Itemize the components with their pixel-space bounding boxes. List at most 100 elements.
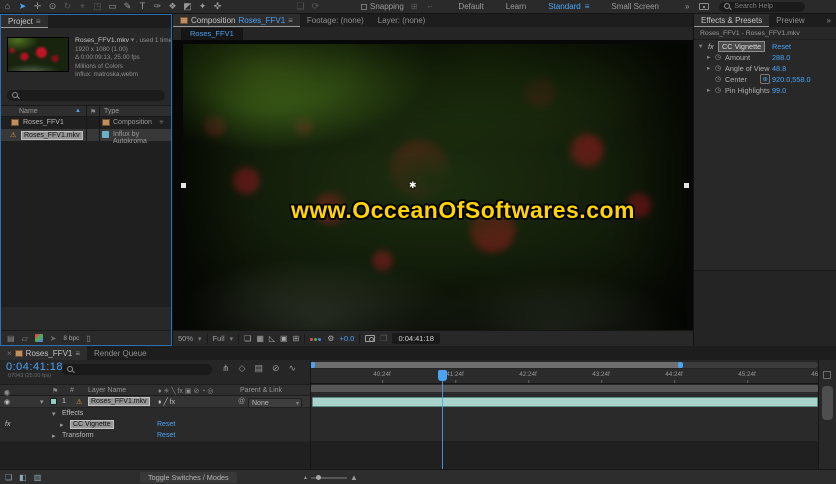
pickwhip-icon[interactable]: @: [238, 398, 245, 405]
screen-layout-icon[interactable]: [699, 3, 709, 10]
twirl-right-icon[interactable]: ▸: [60, 421, 64, 429]
param-value[interactable]: 288.0: [772, 53, 790, 62]
expand-av-features-icon[interactable]: ❏: [5, 473, 12, 482]
panel-menu-icon[interactable]: ≡: [75, 349, 80, 358]
twirl-right-icon[interactable]: ▸: [707, 86, 710, 94]
magnification-dropdown-icon[interactable]: ▾: [198, 335, 202, 343]
work-area-bar[interactable]: [311, 385, 818, 392]
composition-stage[interactable]: www.OcceanOfSoftwares.com ✱: [173, 40, 693, 330]
show-snapshot-icon[interactable]: ❐: [380, 334, 387, 343]
tab-render-queue[interactable]: Render Queue: [87, 346, 153, 360]
twirl-right-icon[interactable]: ▸: [707, 53, 710, 61]
footage-dropdown-icon[interactable]: ▾: [131, 37, 135, 44]
layer-duration-bar[interactable]: [312, 397, 818, 407]
column-name[interactable]: Name: [19, 108, 38, 115]
layer-row[interactable]: ◉ ▾ 1 ⚠ Roses_FFV1.mkv ♦ ╱ fx @ None▾: [0, 396, 310, 408]
resolution-dropdown-icon[interactable]: ▾: [230, 335, 234, 343]
transform-label[interactable]: Transform: [62, 432, 94, 439]
eraser-tool-icon[interactable]: ◩: [180, 0, 195, 13]
region-of-interest-icon[interactable]: ▣: [280, 334, 288, 343]
twirl-right-icon[interactable]: ▸: [52, 432, 56, 440]
draft-3d-icon[interactable]: ◇: [239, 363, 246, 374]
effect-reset-link[interactable]: Reset: [157, 421, 175, 428]
param-value[interactable]: 920.0,558.0: [772, 75, 811, 84]
toggle-switches-modes-button[interactable]: Toggle Switches / Modes: [140, 472, 237, 483]
column-parent-link[interactable]: Parent & Link: [240, 387, 282, 394]
scrollbar-thumb[interactable]: [310, 362, 683, 368]
zoom-slider-track[interactable]: [311, 477, 347, 479]
brush-tool-icon[interactable]: ✑: [150, 0, 165, 13]
transform-reset-link[interactable]: Reset: [157, 432, 175, 439]
mask-visibility-icon[interactable]: ◺: [269, 334, 275, 343]
project-bit-depth[interactable]: 8 bpc: [63, 335, 79, 342]
twirl-down-icon[interactable]: ▾: [699, 42, 702, 50]
param-value[interactable]: 48.8: [772, 64, 786, 73]
home-icon[interactable]: ⌂: [0, 0, 15, 13]
layer-eye-icon[interactable]: ◉: [4, 398, 10, 406]
effect-row-label[interactable]: CC Vignette: [70, 420, 114, 429]
sort-ascending-icon[interactable]: ▲: [75, 108, 81, 114]
tab-project[interactable]: Project ≡: [1, 15, 48, 28]
help-search[interactable]: [719, 2, 805, 12]
column-track-divider[interactable]: [310, 360, 311, 469]
item-name[interactable]: Roses_FFV1.mkv: [21, 131, 83, 140]
puppet-tool-icon[interactable]: ✜: [210, 0, 225, 13]
type-tool-icon[interactable]: T: [135, 0, 150, 13]
hand-tool-icon[interactable]: ✛: [30, 0, 45, 13]
snapshot-camera-icon[interactable]: [365, 335, 375, 342]
effect-name[interactable]: CC Vignette: [718, 41, 765, 52]
time-ruler[interactable]: 40:24f 41:24f 42:24f 43:24f 44:24f 45:24…: [310, 369, 818, 384]
timeline-zoom-slider[interactable]: ▲ ▲: [303, 473, 358, 482]
parent-dropdown[interactable]: None▾: [248, 398, 302, 408]
shape-tool-icon[interactable]: ▭: [105, 0, 120, 13]
panel-menu-icon[interactable]: ≡: [288, 16, 293, 25]
pan-behind-tool-icon[interactable]: ◳: [90, 0, 105, 13]
effect-header-row[interactable]: ▾ fx CC Vignette Reset: [694, 40, 836, 51]
param-value[interactable]: 99.0: [772, 86, 786, 95]
stopwatch-icon[interactable]: ◷: [715, 64, 721, 72]
workspace-learn[interactable]: Learn: [506, 2, 526, 11]
preview-timecode[interactable]: 0:04:41:18: [392, 333, 439, 344]
mini-flowchart-icon[interactable]: ⋔: [222, 363, 230, 374]
pen-tool-icon[interactable]: ✎: [120, 0, 135, 13]
column-layer-name[interactable]: Layer Name: [88, 387, 126, 394]
interpret-footage-icon[interactable]: ▤: [7, 334, 15, 343]
item-name[interactable]: Roses_FFV1: [23, 119, 64, 126]
show-channel-icon[interactable]: [310, 334, 322, 343]
new-folder-icon[interactable]: ▱: [22, 334, 28, 343]
timeline-vertical-scrollbar[interactable]: [822, 386, 833, 420]
zoom-in-mountain-icon[interactable]: ▲: [350, 473, 358, 482]
work-area-end-handle[interactable]: [678, 362, 683, 368]
playhead-grabber[interactable]: [438, 370, 447, 381]
twirl-right-icon[interactable]: ▸: [707, 64, 710, 72]
roto-brush-tool-icon[interactable]: ✦: [195, 0, 210, 13]
workspace-menu-icon[interactable]: ≡: [585, 2, 590, 11]
layer-handle-left[interactable]: [181, 183, 186, 188]
project-item-composition[interactable]: Roses_FFV1 Composition ✳: [1, 117, 171, 129]
stopwatch-icon[interactable]: ◷: [715, 86, 721, 94]
help-search-input[interactable]: [734, 3, 804, 10]
effect-param-amount[interactable]: ▸ ◷ Amount 288.0: [694, 51, 836, 62]
clone-stamp-tool-icon[interactable]: ❖: [165, 0, 180, 13]
rotate-view-icon[interactable]: ⟳: [308, 0, 323, 13]
footage-thumbnail[interactable]: [7, 37, 69, 72]
current-timecode[interactable]: 0:04:41:18: [6, 361, 63, 373]
layer-handle-right[interactable]: [684, 183, 689, 188]
layer-twirl-icon[interactable]: ▾: [40, 398, 44, 406]
guides-icon[interactable]: ⊞: [293, 334, 300, 343]
align-icon[interactable]: ❑: [293, 0, 308, 13]
viewer-subtab-roses[interactable]: Roses_FFV1: [181, 28, 243, 40]
expand-in-out-icon[interactable]: ▥: [34, 473, 42, 482]
tab-timeline-roses[interactable]: × Roses_FFV1 ≡: [0, 346, 87, 360]
workspace-overflow-icon[interactable]: »: [685, 2, 689, 11]
exposure-value[interactable]: +0.0: [339, 334, 354, 343]
snapping-checkbox[interactable]: [361, 4, 367, 10]
workspace-standard[interactable]: Standard: [548, 2, 580, 11]
camera-tool-icon[interactable]: ⌖: [75, 0, 90, 13]
layer-switches[interactable]: ♦ ╱ fx: [158, 398, 175, 406]
effects-group-label[interactable]: Effects: [62, 410, 83, 417]
effect-param-pin-highlights[interactable]: ▸ ◷ Pin Highlights 99.0: [694, 84, 836, 95]
panel-menu-icon[interactable]: ≡: [36, 17, 41, 26]
fast-previews-gear-icon[interactable]: ⚙: [327, 334, 334, 343]
timeline-search-box[interactable]: [62, 364, 212, 375]
